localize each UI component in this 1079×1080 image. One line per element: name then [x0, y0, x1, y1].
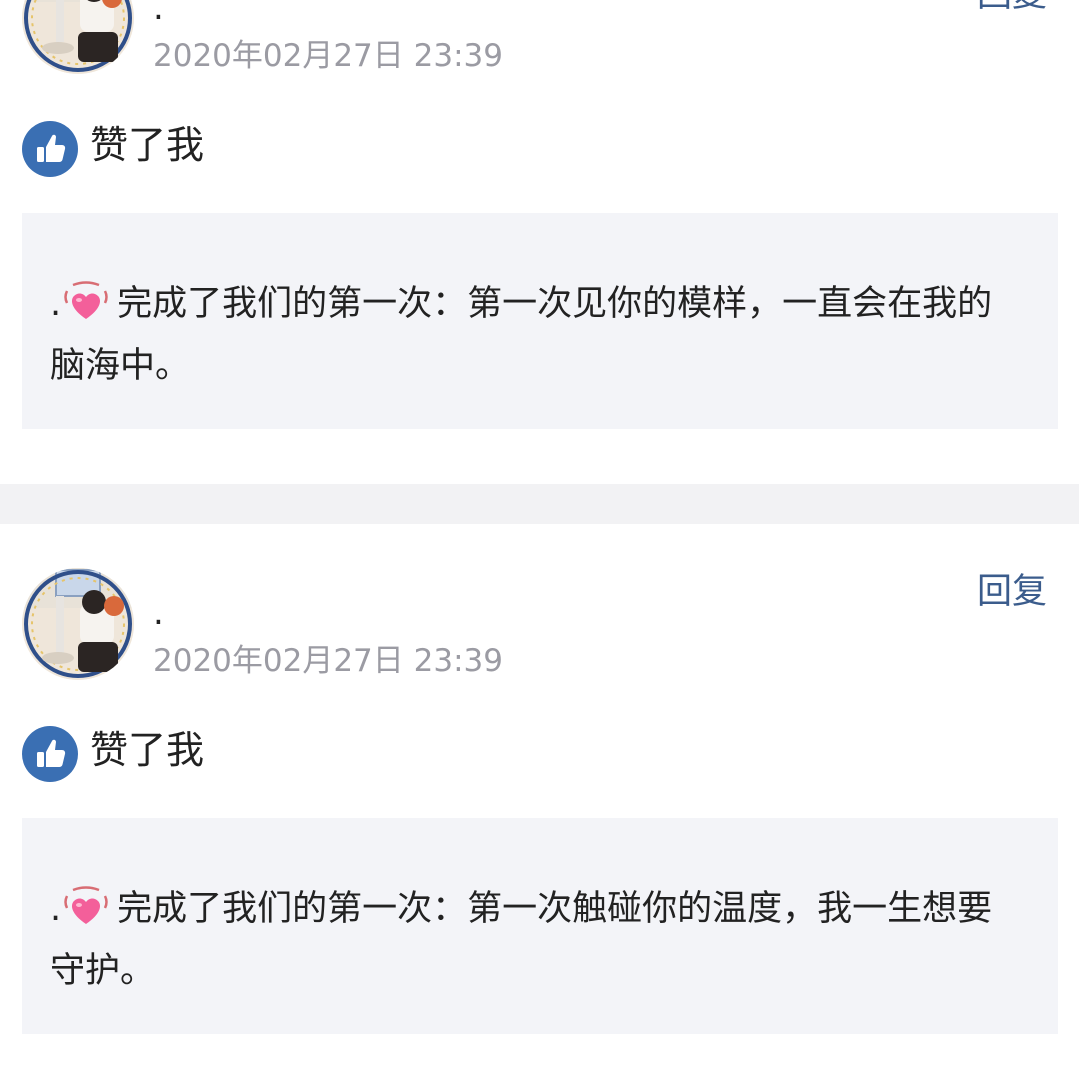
notification-card[interactable]: . 2020年02月27日 23:39 回复 赞了我 . [0, 524, 1079, 1080]
quote-body: 完成了我们的第一次：第一次触碰你的温度，我一生想要守护。 [50, 889, 993, 991]
like-label: 赞了我 [90, 123, 205, 167]
quoted-post-text: . 完成了我们的第一次：第一次触碰你的温度，我一生想要守护。 [50, 878, 1020, 1002]
timestamp: 2020年02月27日 23:39 [153, 643, 503, 679]
thumbs-up-icon [22, 726, 78, 782]
quote-prefix: . [50, 889, 62, 929]
beating-heart-icon [61, 884, 111, 924]
section-divider [0, 484, 1079, 524]
avatar[interactable] [22, 568, 134, 680]
notification-card[interactable]: . 2020年02月27日 23:39 回复 赞了我 . [0, 0, 1079, 484]
beating-heart-icon [61, 279, 111, 319]
username[interactable]: . [153, 0, 164, 25]
quoted-post-text: . 完成了我们的第一次：第一次见你的模样，一直会在我的脑海中。 [50, 273, 1020, 397]
avatar[interactable] [22, 0, 134, 74]
reply-button[interactable]: 回复 [977, 0, 1047, 13]
thumbs-up-icon [22, 121, 78, 177]
quoted-post[interactable]: . 完成了我们的第一次：第一次见你的模样，一直会在我的脑海中。 [22, 213, 1058, 429]
timestamp: 2020年02月27日 23:39 [153, 38, 503, 74]
like-label: 赞了我 [90, 728, 205, 772]
quote-body: 完成了我们的第一次：第一次见你的模样，一直会在我的脑海中。 [50, 284, 993, 386]
notification-page: . 2020年02月27日 23:39 回复 赞了我 . [0, 0, 1079, 1080]
quoted-post[interactable]: . 完成了我们的第一次：第一次触碰你的温度，我一生想要守护。 [22, 818, 1058, 1034]
username[interactable]: . [153, 596, 164, 630]
quote-prefix: . [50, 284, 62, 324]
reply-button[interactable]: 回复 [977, 575, 1047, 610]
